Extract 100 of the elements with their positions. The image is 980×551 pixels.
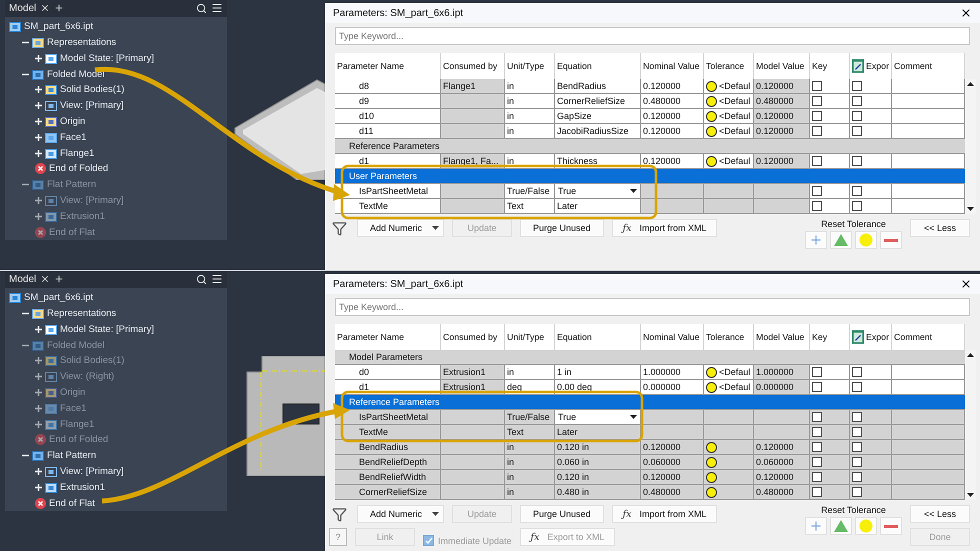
table-cell[interactable]: 0.480 in bbox=[555, 485, 641, 500]
group-row[interactable]: Model Parameters bbox=[335, 350, 965, 365]
tree-item[interactable]: Solid Bodies(1) bbox=[60, 84, 124, 96]
tree-item[interactable]: View: [Primary] bbox=[60, 466, 124, 477]
close-icon[interactable] bbox=[960, 7, 972, 19]
dropdown-field[interactable]: True bbox=[555, 410, 641, 425]
checkbox[interactable] bbox=[812, 457, 822, 467]
search-icon[interactable] bbox=[196, 2, 207, 14]
search-field[interactable]: Type Keyword... bbox=[335, 27, 970, 45]
column-header[interactable]: Model Value bbox=[754, 53, 810, 79]
checkbox[interactable] bbox=[852, 81, 862, 91]
column-header[interactable]: Key bbox=[810, 324, 850, 350]
checkbox[interactable] bbox=[812, 412, 822, 422]
column-header[interactable]: Equation bbox=[555, 324, 641, 350]
table-cell[interactable]: 0.120 in bbox=[555, 470, 641, 485]
tree-item[interactable]: Flange1 bbox=[60, 148, 94, 159]
split-button[interactable]: Add Numeric bbox=[357, 219, 444, 237]
column-header[interactable]: Expor bbox=[850, 324, 892, 350]
table-cell[interactable]: BendRadius bbox=[555, 79, 641, 94]
expand-icon[interactable] bbox=[35, 54, 42, 62]
search-field[interactable]: Type Keyword... bbox=[335, 298, 970, 316]
column-header[interactable]: Model Value bbox=[754, 324, 810, 350]
tree-item[interactable]: End of Flat bbox=[49, 498, 95, 509]
checkbox[interactable] bbox=[852, 201, 862, 211]
table-cell[interactable]: 0.060 in bbox=[555, 455, 641, 470]
menu-icon[interactable] bbox=[211, 2, 223, 14]
checkbox[interactable] bbox=[852, 427, 862, 437]
checkbox[interactable] bbox=[812, 382, 822, 392]
checkbox[interactable] bbox=[812, 186, 822, 196]
table-cell[interactable]: JacobiRadiusSize bbox=[555, 124, 641, 139]
column-header[interactable]: Nominal Value bbox=[641, 53, 704, 79]
expand-icon[interactable] bbox=[35, 86, 42, 94]
column-header[interactable]: Comment bbox=[892, 324, 965, 350]
checkbox[interactable] bbox=[812, 427, 822, 437]
button[interactable]: Purge Unused bbox=[520, 505, 604, 523]
minus-icon[interactable] bbox=[880, 231, 902, 249]
expand-icon[interactable] bbox=[35, 102, 42, 110]
column-header[interactable]: Tolerance bbox=[704, 324, 754, 350]
scroll-up-icon[interactable] bbox=[967, 82, 974, 86]
table-cell[interactable]: Later bbox=[555, 199, 641, 214]
expand-icon[interactable] bbox=[35, 134, 42, 141]
column-header[interactable]: Comment bbox=[892, 53, 965, 79]
column-header[interactable]: Unit/Type bbox=[505, 53, 555, 79]
checkbox[interactable] bbox=[852, 186, 862, 196]
checkbox[interactable] bbox=[812, 367, 822, 377]
scrollbar[interactable] bbox=[965, 350, 976, 500]
button[interactable]: << Less bbox=[910, 219, 970, 237]
table-cell[interactable]: 1 in bbox=[555, 365, 641, 380]
button[interactable]: << Less bbox=[910, 505, 970, 523]
checkbox[interactable] bbox=[852, 156, 862, 166]
checkbox[interactable] bbox=[852, 457, 862, 467]
column-header[interactable]: Nominal Value bbox=[641, 324, 704, 350]
tree-item[interactable]: Flat Pattern bbox=[47, 450, 96, 462]
column-header[interactable]: Equation bbox=[555, 53, 641, 79]
button[interactable]: ƒx Import from XML bbox=[612, 219, 718, 237]
checkbox[interactable] bbox=[812, 126, 822, 136]
checkbox[interactable] bbox=[812, 156, 822, 166]
tree-item[interactable]: Representations bbox=[47, 37, 116, 48]
minus-icon[interactable] bbox=[880, 517, 902, 535]
dropdown-field[interactable]: True bbox=[555, 184, 641, 199]
tree-item[interactable]: Origin bbox=[60, 116, 86, 128]
group-row[interactable]: Reference Parameters bbox=[335, 139, 965, 154]
checkbox[interactable] bbox=[812, 111, 822, 121]
tree-item[interactable]: Face1 bbox=[60, 132, 86, 143]
checkbox[interactable] bbox=[852, 412, 862, 422]
checkbox[interactable] bbox=[812, 442, 822, 452]
checkbox[interactable] bbox=[852, 126, 862, 136]
expand-icon[interactable] bbox=[35, 484, 42, 491]
scrollbar[interactable] bbox=[965, 79, 976, 214]
scroll-down-icon[interactable] bbox=[967, 493, 974, 497]
menu-icon[interactable] bbox=[211, 273, 223, 286]
expand-icon[interactable] bbox=[35, 150, 42, 157]
add-icon[interactable] bbox=[54, 274, 64, 284]
checkbox[interactable] bbox=[812, 201, 822, 211]
scroll-down-icon[interactable] bbox=[967, 207, 974, 211]
tree-item[interactable]: End of Folded bbox=[49, 163, 108, 174]
checkbox[interactable] bbox=[852, 96, 862, 106]
button[interactable]: ƒx Import from XML bbox=[612, 505, 718, 523]
group-row[interactable]: User Parameters bbox=[335, 169, 965, 184]
add-icon[interactable] bbox=[54, 3, 64, 14]
tree-item[interactable]: View: [Primary] bbox=[60, 100, 124, 112]
tree-item[interactable]: Extrusion1 bbox=[60, 482, 105, 493]
table-cell[interactable]: CornerReliefSize bbox=[555, 94, 641, 109]
column-header[interactable]: Tolerance bbox=[704, 53, 754, 79]
split-button[interactable]: Add Numeric bbox=[357, 505, 444, 523]
tree-item[interactable]: Model State: [Primary] bbox=[60, 324, 154, 335]
checkbox[interactable] bbox=[812, 96, 822, 106]
checkbox[interactable] bbox=[852, 487, 862, 497]
tree-item[interactable]: Model State: [Primary] bbox=[60, 52, 154, 64]
column-header[interactable]: Parameter Name bbox=[335, 324, 441, 350]
checkbox[interactable] bbox=[852, 111, 862, 121]
column-header[interactable]: Consumed by bbox=[441, 324, 505, 350]
button[interactable]: Purge Unused bbox=[520, 219, 604, 237]
checkbox[interactable] bbox=[812, 81, 822, 91]
close-icon[interactable] bbox=[40, 3, 50, 14]
column-header[interactable]: Expor bbox=[850, 53, 892, 79]
search-icon[interactable] bbox=[196, 274, 207, 285]
tree-item[interactable]: Representations bbox=[47, 308, 116, 320]
panel-tab[interactable]: Model bbox=[9, 2, 36, 14]
tree-item[interactable]: SM_part_6x6.ipt bbox=[24, 292, 94, 304]
